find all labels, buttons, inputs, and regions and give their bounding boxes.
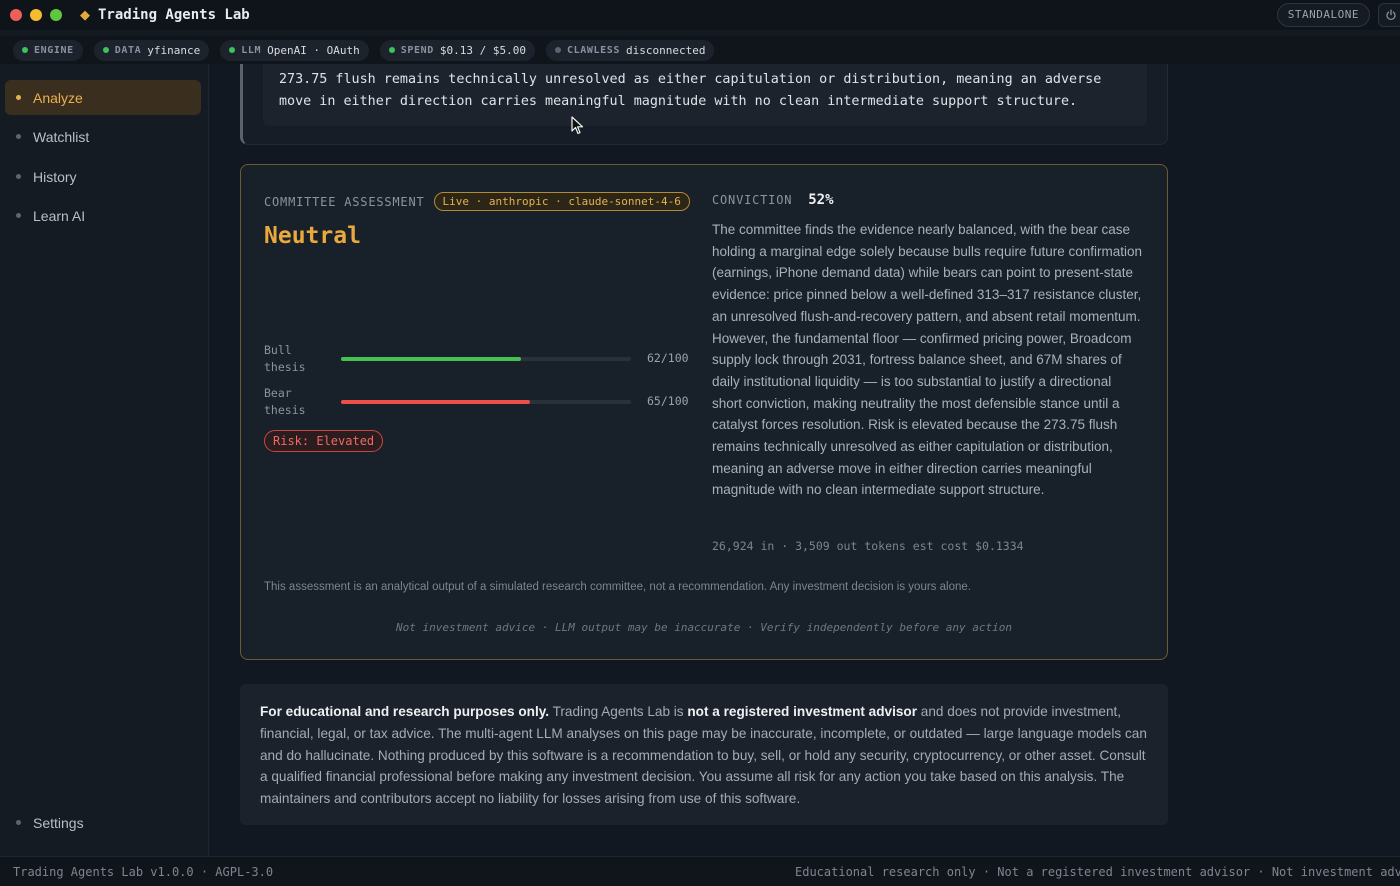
status-chip-clawless[interactable]: CLAWLESS disconnected bbox=[546, 39, 715, 61]
footer-version: Trading Agents Lab v1.0.0 · AGPL-3.0 bbox=[13, 865, 274, 879]
previous-analysis-text: 273.75 flush remains technically unresol… bbox=[263, 64, 1147, 126]
bear-thesis-score: 65/100 bbox=[647, 394, 689, 408]
nav-dot-icon bbox=[16, 95, 21, 100]
educational-disclaimer: For educational and research purposes on… bbox=[240, 684, 1168, 825]
status-key: LLM bbox=[241, 44, 262, 56]
bull-thesis-score: 62/100 bbox=[647, 351, 689, 365]
sidebar-item-learn-ai[interactable]: Learn AI bbox=[5, 198, 201, 233]
status-key: DATA bbox=[114, 44, 142, 56]
main-content[interactable]: 273.75 flush remains technically unresol… bbox=[210, 64, 1400, 856]
sidebar: Analyze Watchlist History Learn AI Setti… bbox=[0, 64, 209, 856]
nav-dot-icon bbox=[16, 174, 21, 179]
bull-thesis-fill bbox=[341, 357, 521, 361]
model-badge: Live · anthropic · claude-sonnet-4-6 bbox=[433, 192, 690, 211]
assessment-footnote: Not investment advice · LLM output may b… bbox=[396, 621, 1012, 634]
conviction-label: CONVICTION bbox=[712, 193, 793, 207]
status-bar: ENGINE DATA yfinance LLM OpenAI · OAuth … bbox=[0, 36, 1400, 64]
sidebar-item-label: Settings bbox=[33, 814, 84, 831]
status-chip-engine[interactable]: ENGINE bbox=[13, 39, 83, 61]
bear-thesis-fill bbox=[341, 400, 530, 404]
bear-thesis-meter bbox=[341, 400, 631, 404]
committee-assessment-card: COMMITTEE ASSESSMENT Live · anthropic · … bbox=[240, 164, 1168, 660]
sidebar-item-analyze[interactable]: Analyze bbox=[5, 80, 201, 115]
status-dot bbox=[22, 47, 28, 53]
sidebar-item-label: History bbox=[33, 168, 77, 185]
bull-thesis-label: Bull thesis bbox=[264, 343, 306, 374]
footer-disclaimer: Educational research only · Not a regist… bbox=[795, 865, 1400, 879]
sidebar-item-history[interactable]: History bbox=[5, 159, 201, 194]
nav-dot-icon bbox=[16, 134, 21, 139]
bull-thesis-meter bbox=[341, 357, 631, 361]
edu-text: Trading Agents Lab is bbox=[549, 704, 688, 719]
edu-bold-advisor: not a registered investment advisor bbox=[687, 704, 918, 719]
nav-dot-icon bbox=[16, 213, 21, 218]
status-chip-llm[interactable]: LLM OpenAI · OAuth bbox=[220, 39, 369, 61]
previous-analysis-card: 273.75 flush remains technically unresol… bbox=[240, 64, 1168, 145]
token-usage: 26,924 in · 3,509 out tokens est cost $0… bbox=[712, 539, 1024, 553]
window-controls bbox=[10, 9, 62, 21]
status-key: SPEND bbox=[400, 44, 434, 56]
status-dot bbox=[102, 47, 109, 53]
app-title: Trading Agents Lab bbox=[98, 7, 250, 23]
edu-text: and does not provide investment, financi… bbox=[260, 704, 1147, 807]
status-chip-spend[interactable]: SPEND $0.13 / $5.00 bbox=[379, 39, 535, 61]
status-value: yfinance bbox=[147, 43, 201, 57]
sidebar-item-settings[interactable]: Settings bbox=[5, 805, 201, 840]
status-key: ENGINE bbox=[34, 44, 74, 56]
assessment-rationale: The committee finds the evidence nearly … bbox=[712, 222, 1143, 498]
status-value: disconnected bbox=[625, 43, 706, 57]
assessment-disclaimer: This assessment is an analytical output … bbox=[264, 581, 971, 593]
title-bar: ◆ Trading Agents Lab STANDALONE bbox=[0, 0, 1400, 30]
status-chip-data[interactable]: DATA yfinance bbox=[93, 39, 210, 61]
status-value: OpenAI · OAuth bbox=[267, 43, 360, 57]
status-dot bbox=[388, 47, 395, 53]
footer-bar: Trading Agents Lab v1.0.0 · AGPL-3.0 Edu… bbox=[0, 856, 1400, 886]
risk-badge: Risk: Elevated bbox=[264, 430, 384, 452]
sidebar-item-label: Analyze bbox=[33, 89, 83, 106]
diamond-logo-icon: ◆ bbox=[80, 7, 90, 22]
sidebar-item-label: Watchlist bbox=[33, 128, 90, 145]
sidebar-item-label: Learn AI bbox=[33, 207, 86, 224]
verdict-text: Neutral bbox=[264, 223, 361, 249]
power-icon bbox=[1386, 9, 1396, 21]
status-dot bbox=[555, 47, 561, 53]
bear-thesis-label: Bear thesis bbox=[264, 386, 306, 417]
conviction-value: 52% bbox=[808, 192, 834, 208]
mode-badge[interactable]: STANDALONE bbox=[1276, 3, 1370, 27]
status-key: CLAWLESS bbox=[567, 44, 620, 56]
assessment-label: COMMITTEE ASSESSMENT bbox=[264, 194, 425, 209]
maximize-window-button[interactable] bbox=[50, 9, 62, 21]
status-dot bbox=[229, 47, 236, 53]
status-value: $0.13 / $5.00 bbox=[439, 43, 526, 57]
mouse-cursor-icon bbox=[571, 116, 584, 135]
edu-bold-lead: For educational and research purposes on… bbox=[260, 704, 550, 719]
minimize-window-button[interactable] bbox=[30, 9, 42, 21]
sidebar-item-watchlist[interactable]: Watchlist bbox=[5, 119, 201, 154]
power-button[interactable] bbox=[1378, 3, 1400, 27]
close-window-button[interactable] bbox=[10, 9, 22, 21]
nav-dot-icon bbox=[16, 820, 21, 825]
